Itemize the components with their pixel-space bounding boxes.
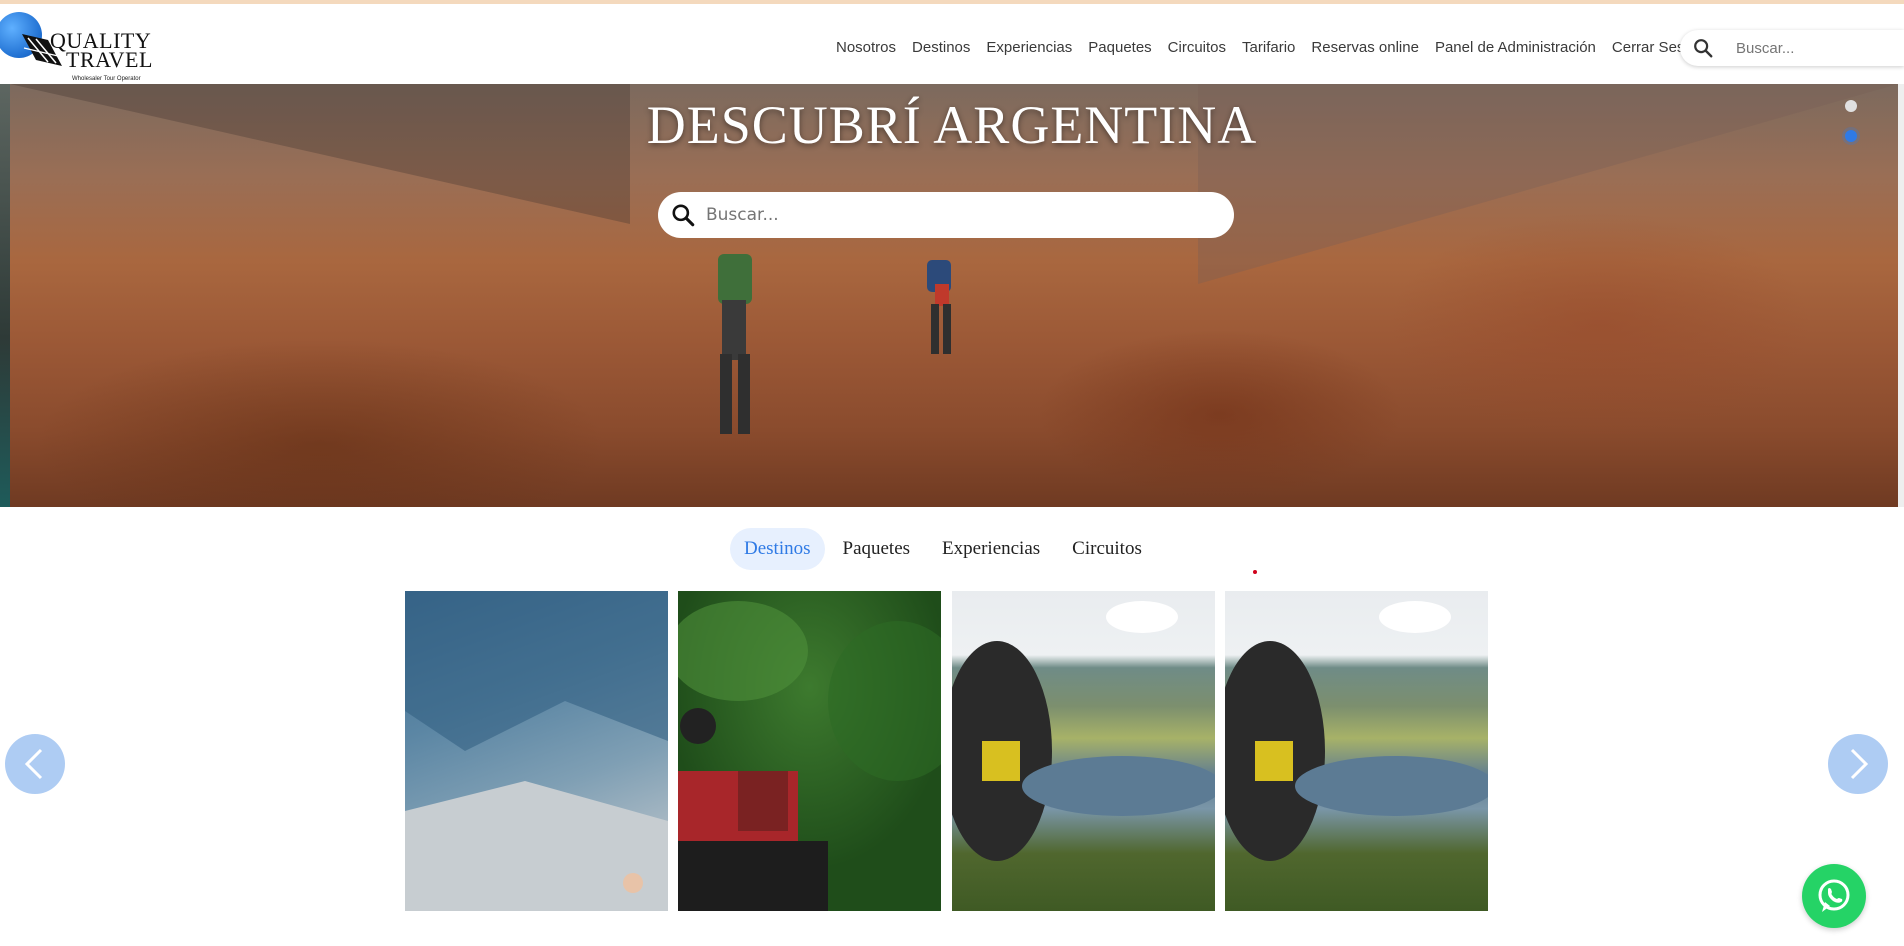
- chevron-left-icon: [24, 748, 43, 780]
- cyclist-lake-photo: [952, 601, 1215, 861]
- nav-panel-administracion[interactable]: Panel de Administración: [1435, 39, 1596, 56]
- whatsapp-chat-button[interactable]: [1802, 864, 1866, 928]
- brand-tagline: Wholesaler Tour Operator: [72, 76, 141, 82]
- category-tabs: Destinos Paquetes Experiencias Circuitos: [730, 528, 1160, 570]
- nav-destinos[interactable]: Destinos: [912, 39, 970, 56]
- chevron-right-icon: [1850, 748, 1869, 780]
- header-search-input[interactable]: [1734, 38, 1898, 58]
- tab-circuitos[interactable]: Circuitos: [1058, 528, 1156, 570]
- slide-indicator-2-active[interactable]: [1845, 130, 1857, 142]
- hero-search: [658, 192, 1234, 238]
- slide-indicator-1[interactable]: [1845, 100, 1857, 112]
- nav-tarifario[interactable]: Tarifario: [1242, 39, 1295, 56]
- carousel-prev-button[interactable]: [5, 734, 65, 794]
- whatsapp-icon: [1818, 879, 1850, 912]
- main-nav: Nosotros Destinos Experiencias Paquetes …: [836, 32, 1720, 62]
- mountain-valley-photo: [405, 591, 668, 911]
- cyclist-lake-photo: [1225, 601, 1488, 861]
- brand-word-travel: TRAVEL: [66, 47, 153, 72]
- hero-banner: DESCUBRÍ ARGENTINA: [0, 84, 1904, 507]
- tab-destinos[interactable]: Destinos: [730, 528, 825, 570]
- site-header: QUALITY TRAVEL Wholesaler Tour Operator …: [0, 4, 1904, 84]
- search-icon[interactable]: [670, 202, 696, 228]
- nav-nosotros[interactable]: Nosotros: [836, 39, 896, 56]
- nav-paquetes[interactable]: Paquetes: [1088, 39, 1151, 56]
- nav-circuitos[interactable]: Circuitos: [1168, 39, 1226, 56]
- brand-logo[interactable]: QUALITY TRAVEL Wholesaler Tour Operator: [0, 8, 153, 84]
- destination-card[interactable]: [405, 591, 668, 911]
- indicator-dot: [1253, 570, 1257, 574]
- destination-card[interactable]: [1225, 591, 1488, 911]
- hero-search-input[interactable]: [704, 204, 1208, 226]
- hero-title: DESCUBRÍ ARGENTINA: [646, 95, 1258, 155]
- tab-experiencias[interactable]: Experiencias: [928, 528, 1054, 570]
- hiker-figure-2: [927, 260, 951, 354]
- nav-reservas-online[interactable]: Reservas online: [1311, 39, 1419, 56]
- carousel-next-button[interactable]: [1828, 734, 1888, 794]
- header-search: [1680, 30, 1904, 66]
- hiker-figure: [718, 254, 752, 434]
- search-icon[interactable]: [1692, 37, 1714, 59]
- tab-paquetes[interactable]: Paquetes: [829, 528, 925, 570]
- destination-card[interactable]: [678, 591, 941, 911]
- destination-card[interactable]: [952, 591, 1215, 911]
- atv-rider-forest-photo: [678, 601, 941, 911]
- nav-experiencias[interactable]: Experiencias: [986, 39, 1072, 56]
